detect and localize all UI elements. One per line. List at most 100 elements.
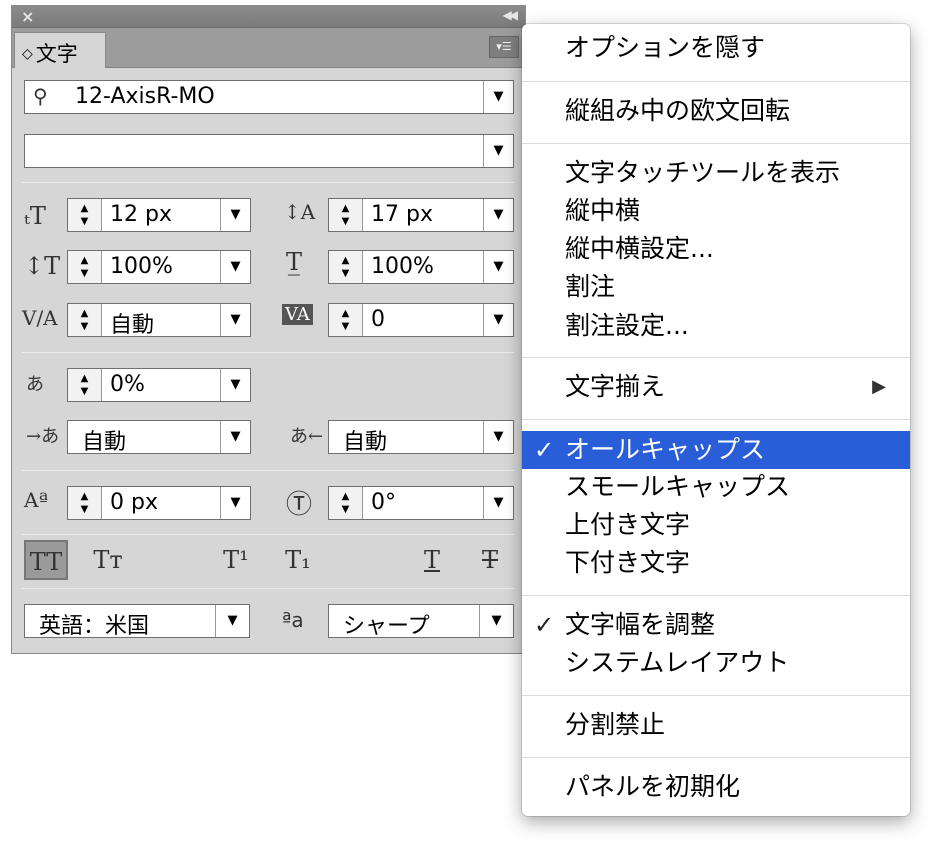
menu-item-label: スモールキャップス [565,472,791,501]
menu-item-label: 割注設定... [565,311,689,340]
small-caps-button[interactable]: Tт [86,540,130,580]
tracking-dropdown-arrow[interactable]: ▼ [483,304,513,336]
leading-stepper[interactable]: ▲ ▼ [329,199,363,231]
font-style-field[interactable]: ▼ [24,134,514,168]
vertical-scale-dropdown-arrow[interactable]: ▼ [220,251,250,283]
menu-item-show-touch-tool[interactable]: 文字タッチツールを表示 [522,154,910,192]
language-dropdown-arrow[interactable]: ▼ [215,605,249,637]
menu-item-system-layout[interactable]: システムレイアウト [522,644,910,682]
leading-field[interactable]: ▲ ▼ 17 px ▼ [328,198,514,232]
character-panel: × ◀◀ ◇ 文字 ▾☰ ⚲ 12-AxisR-MO ▼ ▼ ₜT ▲ ▼ 12 p… [11,5,526,654]
horizontal-scale-dropdown-arrow[interactable]: ▼ [483,251,513,283]
superscript-icon: T¹ [223,546,249,574]
menu-item-tatechuyoko-settings[interactable]: 縦中横設定... [522,230,910,268]
menu-item-character-alignment[interactable]: 文字揃え ▶ [522,368,910,406]
strikethrough-button[interactable]: T [468,540,512,580]
leading-icon: ↕A [284,200,316,224]
close-icon[interactable]: × [21,7,34,26]
strikethrough-icon: T [481,546,498,574]
leading-value: 17 px [371,202,433,227]
horizontal-scale-field[interactable]: ▲ ▼ 100% ▼ [328,250,514,284]
tsume-dropdown-arrow[interactable]: ▼ [220,369,250,401]
antialias-icon: ªa [282,608,304,632]
horizontal-scale-value: 100% [371,254,434,279]
horizontal-scale-stepper[interactable]: ▲ ▼ [329,251,363,283]
search-icon: ⚲ [33,84,48,108]
kerning-field[interactable]: ▲ ▼ 自動 ▼ [67,303,251,338]
menu-item-small-caps[interactable]: スモールキャップス [522,468,910,506]
font-size-stepper[interactable]: ▲ ▼ [68,199,102,231]
vertical-scale-field[interactable]: ▲ ▼ 100% ▼ [67,250,251,284]
baseline-shift-field[interactable]: ▲ ▼ 0 px ▼ [67,486,251,520]
menu-item-no-break[interactable]: 分割禁止 [522,706,910,744]
aki-left-field[interactable]: 自動 ▼ [67,420,251,455]
all-caps-button[interactable]: TT [24,540,68,580]
menu-item-subscript[interactable]: 下付き文字 [522,544,910,582]
rotation-stepper[interactable]: ▲ ▼ [329,487,363,519]
rotation-value: 0° [371,490,396,515]
baseline-shift-icon: Aª [24,488,48,512]
aki-right-icon: あ← [290,426,324,447]
antialias-dropdown[interactable]: シャープ ▼ [328,604,514,639]
antialias-dropdown-arrow[interactable]: ▼ [479,605,513,637]
rotation-icon: Ⓣ [286,490,313,520]
kerning-value: 自動 [110,313,155,338]
menu-item-tatechuyoko[interactable]: 縦中横 [522,192,910,230]
menu-item-label: システムレイアウト [565,648,790,677]
tracking-stepper[interactable]: ▲ ▼ [329,304,363,336]
superscript-button[interactable]: T¹ [214,540,258,580]
menu-item-reset-panel[interactable]: パネルを初期化 [522,768,910,806]
menu-item-fractional-widths[interactable]: ✓ 文字幅を調整 [522,606,910,644]
leading-dropdown-arrow[interactable]: ▼ [483,199,513,231]
baseline-shift-value: 0 px [110,490,158,515]
submenu-arrow-icon: ▶ [872,376,886,397]
menu-item-superscript[interactable]: 上付き文字 [522,506,910,544]
divider [22,182,514,183]
divider [22,352,514,353]
tab-character[interactable]: ◇ 文字 [14,32,106,68]
divider [22,588,514,589]
vertical-scale-stepper[interactable]: ▲ ▼ [68,251,102,283]
kerning-stepper[interactable]: ▲ ▼ [68,304,102,336]
menu-item-hide-options[interactable]: オプションを隠す [522,29,910,67]
font-family-field[interactable]: ⚲ 12-AxisR-MO ▼ [24,80,514,114]
expand-diamond-icon: ◇ [22,46,33,62]
baseline-shift-dropdown-arrow[interactable]: ▼ [220,487,250,519]
underline-button[interactable]: T [410,540,454,580]
menu-separator [522,595,910,596]
menu-item-all-caps[interactable]: ✓ オールキャップス [522,431,910,469]
antialias-value: シャープ [343,614,430,639]
kerning-dropdown-arrow[interactable]: ▼ [220,304,250,336]
divider [22,534,514,535]
vertical-scale-value: 100% [110,254,173,279]
font-size-dropdown-arrow[interactable]: ▼ [220,199,250,231]
collapse-icon[interactable]: ◀◀ [503,8,519,22]
rotation-field[interactable]: ▲ ▼ 0° ▼ [328,486,514,520]
subscript-icon: T₁ [285,546,311,574]
menu-separator [522,143,910,144]
language-dropdown[interactable]: 英語：米国 ▼ [24,604,250,639]
menu-item-warichu-settings[interactable]: 割注設定... [522,307,910,345]
menu-separator [522,357,910,358]
font-style-dropdown-arrow[interactable]: ▼ [483,135,513,167]
font-size-field[interactable]: ▲ ▼ 12 px ▼ [67,198,251,232]
rotation-dropdown-arrow[interactable]: ▼ [483,487,513,519]
aki-right-dropdown-arrow[interactable]: ▼ [483,421,513,453]
panel-menu-button[interactable]: ▾☰ [489,36,519,58]
tsume-stepper[interactable]: ▲ ▼ [68,369,102,401]
menu-item-label: 文字幅を調整 [565,610,716,639]
subscript-button[interactable]: T₁ [276,540,320,580]
checkmark-icon: ✓ [534,611,555,639]
menu-item-label: 縦中横設定... [565,234,714,263]
tsume-field[interactable]: ▲ ▼ 0% ▼ [67,368,251,402]
language-value: 英語：米国 [39,614,150,639]
font-family-dropdown-arrow[interactable]: ▼ [483,81,513,113]
aki-left-dropdown-arrow[interactable]: ▼ [220,421,250,453]
tracking-field[interactable]: ▲ ▼ 0 ▼ [328,303,514,337]
menu-item-warichu[interactable]: 割注 [522,268,910,306]
menu-separator [522,757,910,758]
menu-item-roman-rotation[interactable]: 縦組み中の欧文回転 [522,92,910,130]
baseline-shift-stepper[interactable]: ▲ ▼ [68,487,102,519]
aki-right-field[interactable]: 自動 ▼ [328,420,514,455]
menu-item-label: 文字揃え [565,372,666,401]
